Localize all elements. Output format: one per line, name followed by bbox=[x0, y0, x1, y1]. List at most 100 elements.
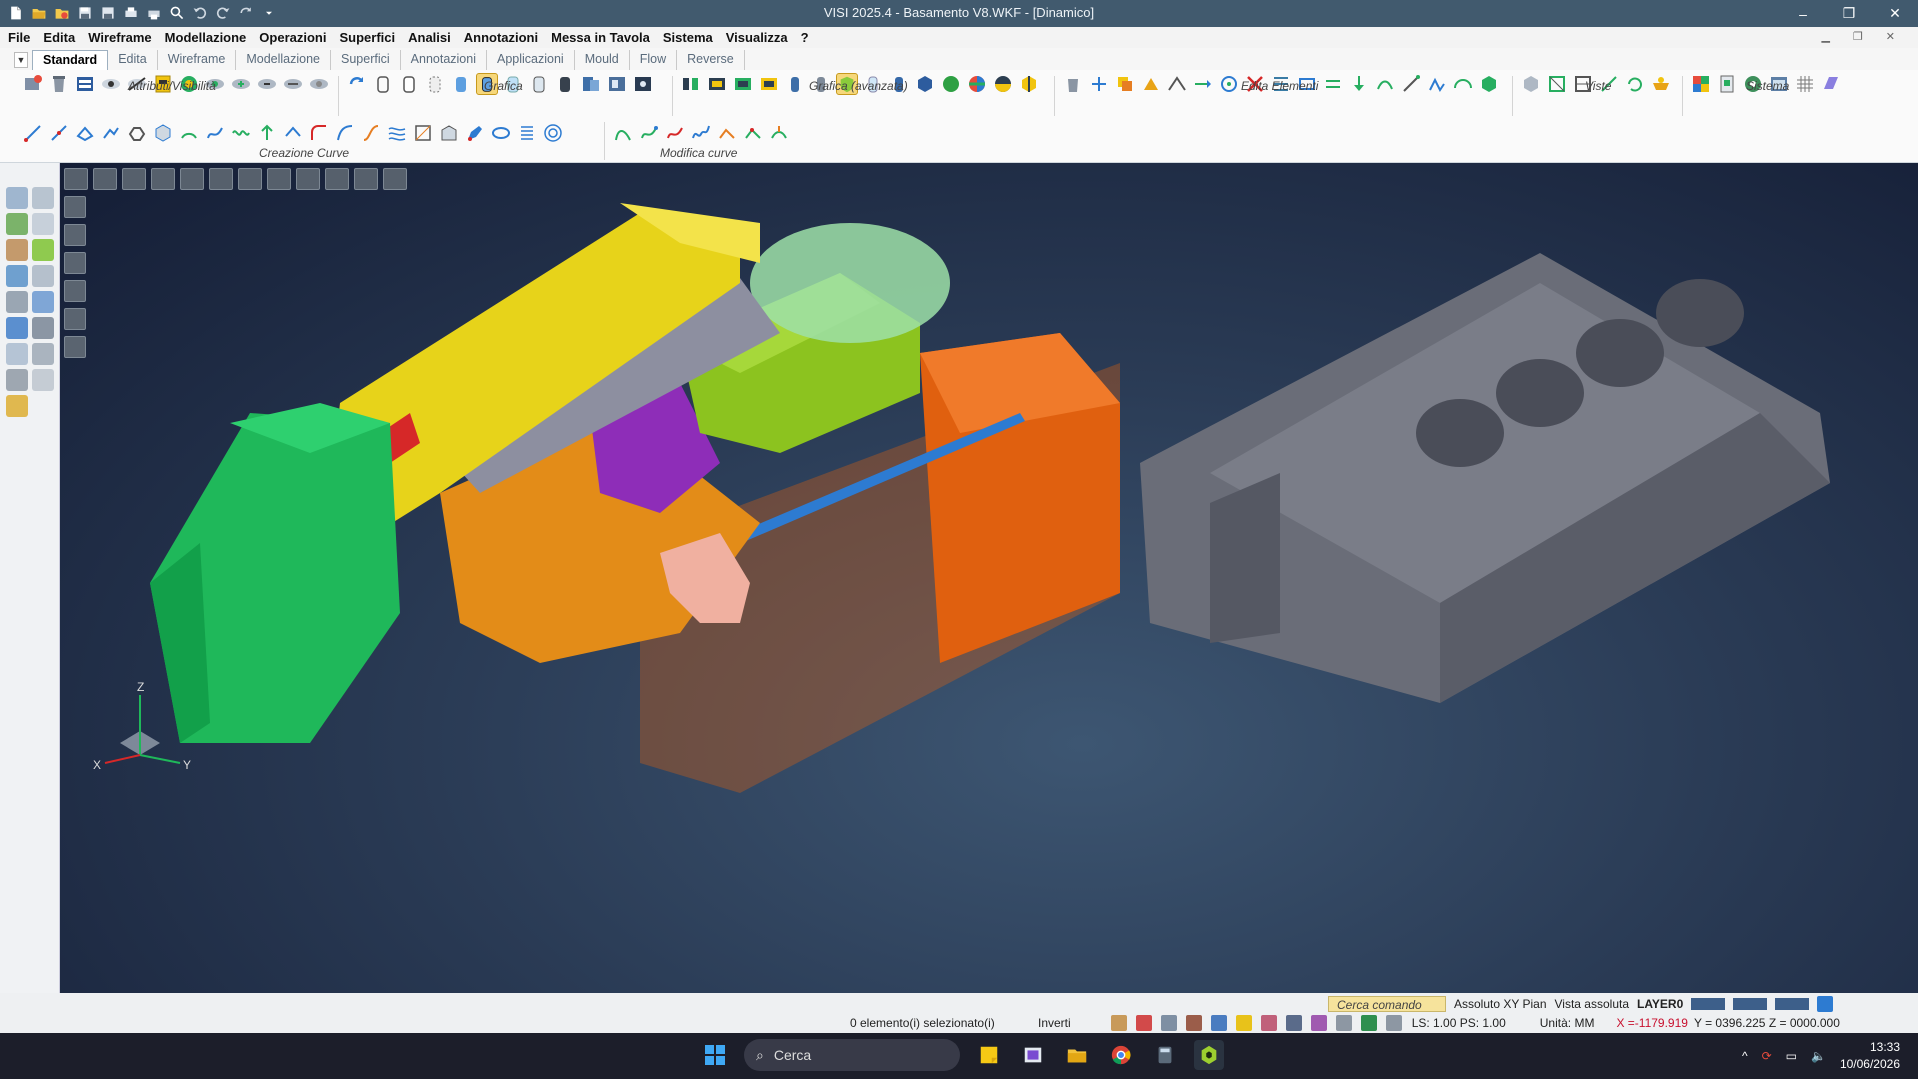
taskbar-search[interactable]: ⌕ Cerca bbox=[744, 1039, 960, 1071]
polygon-icon[interactable] bbox=[126, 122, 148, 144]
tab-superfici[interactable]: Superfici bbox=[331, 50, 401, 70]
start-windows-icon[interactable] bbox=[700, 1040, 730, 1070]
wave-curve-icon[interactable] bbox=[230, 122, 252, 144]
tab-flow[interactable]: Flow bbox=[630, 50, 678, 70]
view-manager-icon[interactable] bbox=[1650, 73, 1672, 95]
menu-visualizza[interactable]: Visualizza bbox=[726, 30, 788, 45]
color-swatch-1[interactable] bbox=[1691, 997, 1726, 1010]
color-swatch-2[interactable] bbox=[1733, 997, 1768, 1010]
edit-curve-icon[interactable] bbox=[612, 122, 634, 144]
sphere-green-icon[interactable] bbox=[940, 73, 962, 95]
menu-edita[interactable]: Edita bbox=[43, 30, 75, 45]
line-icon[interactable] bbox=[22, 122, 44, 144]
smooth-curve-icon[interactable] bbox=[638, 122, 660, 144]
approximate-icon[interactable] bbox=[742, 122, 764, 144]
offset-curve-icon[interactable] bbox=[282, 122, 304, 144]
delete-tool-icon[interactable] bbox=[6, 291, 28, 313]
layer-indicator[interactable]: LAYER0 bbox=[1637, 997, 1683, 1011]
copy-icon[interactable] bbox=[1114, 73, 1136, 95]
command-search-input[interactable]: Cerca comando bbox=[1328, 995, 1446, 1012]
cube-back-icon[interactable] bbox=[209, 168, 233, 190]
curve-icon[interactable] bbox=[360, 122, 382, 144]
cube-iso-icon[interactable] bbox=[354, 168, 378, 190]
colors-grid-icon[interactable] bbox=[1690, 73, 1712, 95]
plane-icon[interactable] bbox=[1820, 73, 1842, 95]
tab-annotazioni[interactable]: Annotazioni bbox=[401, 50, 487, 70]
settings-sheet-icon[interactable] bbox=[1716, 73, 1738, 95]
select-view-icon[interactable] bbox=[151, 168, 175, 190]
cube-status-icon[interactable] bbox=[1310, 1015, 1327, 1031]
offset-icon[interactable] bbox=[1322, 73, 1344, 95]
render-mode-6-icon[interactable] bbox=[64, 336, 86, 358]
move-icon[interactable] bbox=[1088, 73, 1110, 95]
render-mode-2-icon[interactable] bbox=[64, 224, 86, 246]
cube-front-icon[interactable] bbox=[180, 168, 204, 190]
visi-app-icon[interactable] bbox=[1194, 1040, 1224, 1070]
move-tool-icon[interactable] bbox=[6, 265, 28, 287]
volume-icon[interactable]: 🔈 bbox=[1811, 1049, 1826, 1063]
refresh-status-icon[interactable] bbox=[1360, 1015, 1377, 1031]
ellipse-icon[interactable] bbox=[490, 122, 512, 144]
mdi-close-icon[interactable]: ✕ bbox=[1886, 30, 1895, 43]
text-curve-icon[interactable] bbox=[516, 122, 538, 144]
scale-icon[interactable] bbox=[1400, 73, 1422, 95]
show-selected-icon[interactable] bbox=[230, 73, 252, 95]
section-view-icon[interactable] bbox=[606, 73, 628, 95]
minimize-button[interactable]: – bbox=[1780, 0, 1826, 27]
render-mode-3-icon[interactable] bbox=[64, 252, 86, 274]
menu-analisi[interactable]: Analisi bbox=[408, 30, 451, 45]
project-down-icon[interactable] bbox=[1348, 73, 1370, 95]
silhouette-icon[interactable] bbox=[438, 122, 460, 144]
fillet-curve-icon[interactable] bbox=[308, 122, 330, 144]
diamond-status-icon[interactable] bbox=[1235, 1015, 1252, 1031]
join-curve-icon[interactable] bbox=[716, 122, 738, 144]
swap-visibility-icon[interactable] bbox=[282, 73, 304, 95]
spline-icon[interactable] bbox=[204, 122, 226, 144]
sphere-dark-icon[interactable] bbox=[992, 73, 1014, 95]
boundary-icon[interactable] bbox=[412, 122, 434, 144]
rotate-tool-icon[interactable] bbox=[6, 317, 28, 339]
lighting-icon[interactable] bbox=[632, 73, 654, 95]
maximize-button[interactable]: ❐ bbox=[1826, 0, 1872, 27]
menu-annotazioni[interactable]: Annotazioni bbox=[464, 30, 538, 45]
plane-tool-icon[interactable] bbox=[32, 291, 54, 313]
file-explorer-icon[interactable] bbox=[1062, 1040, 1092, 1070]
menu-sistema[interactable]: Sistema bbox=[663, 30, 713, 45]
arc-icon[interactable] bbox=[178, 122, 200, 144]
mdi-restore-icon[interactable]: ❐ bbox=[1853, 30, 1863, 43]
taskbar-clock[interactable]: 13:33 10/06/2026 bbox=[1840, 1039, 1900, 1073]
flag-view-icon[interactable] bbox=[383, 168, 407, 190]
plane-indicator[interactable]: Assoluto XY Pian bbox=[1454, 997, 1547, 1011]
layers-panel-icon[interactable] bbox=[64, 168, 88, 190]
table-status-icon[interactable] bbox=[1385, 1015, 1402, 1031]
view-rotate-icon[interactable] bbox=[1624, 73, 1646, 95]
layers-icon[interactable] bbox=[74, 73, 96, 95]
network-icon[interactable]: ▭ bbox=[1786, 1049, 1797, 1063]
tab-applicazioni[interactable]: Applicazioni bbox=[487, 50, 575, 70]
hide-selected-icon[interactable] bbox=[256, 73, 278, 95]
sphere-multicolor-icon[interactable] bbox=[966, 73, 988, 95]
delete-element-icon[interactable] bbox=[1062, 73, 1084, 95]
select-tool-icon[interactable] bbox=[6, 187, 28, 209]
refresh-icon[interactable] bbox=[346, 73, 368, 95]
filter-status-icon[interactable] bbox=[1185, 1015, 1202, 1031]
axis-tool-icon[interactable] bbox=[32, 343, 54, 365]
trash-tool-icon[interactable] bbox=[6, 369, 28, 391]
pen-status-icon[interactable] bbox=[1110, 1015, 1127, 1031]
cube-top-icon[interactable] bbox=[238, 168, 262, 190]
close-button[interactable]: ✕ bbox=[1872, 0, 1918, 27]
sticky-notes-icon[interactable] bbox=[974, 1040, 1004, 1070]
view-scene-icon[interactable] bbox=[1520, 73, 1542, 95]
help-tool-icon[interactable] bbox=[6, 343, 28, 365]
realistic-icon[interactable] bbox=[554, 73, 576, 95]
render-icon[interactable] bbox=[1018, 73, 1040, 95]
pick-tool-icon[interactable] bbox=[32, 187, 54, 209]
reverse-curve-icon[interactable] bbox=[664, 122, 686, 144]
cube-left-icon[interactable] bbox=[296, 168, 320, 190]
line-points-icon[interactable] bbox=[48, 122, 70, 144]
render-mode-5-icon[interactable] bbox=[64, 308, 86, 330]
chrome-icon[interactable] bbox=[1106, 1040, 1136, 1070]
join-icon[interactable] bbox=[1374, 73, 1396, 95]
edit-tool-icon[interactable] bbox=[32, 265, 54, 287]
outline-view-icon[interactable] bbox=[758, 73, 780, 95]
